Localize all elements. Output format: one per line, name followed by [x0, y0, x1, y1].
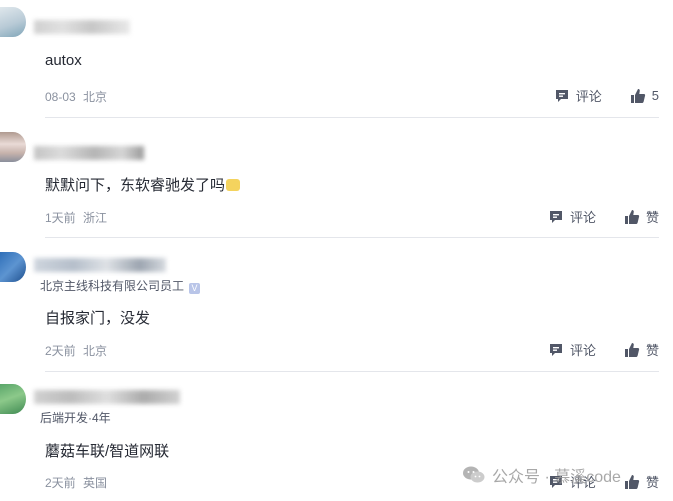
comment-text: autox [45, 52, 82, 69]
comment-meta: 2天前 北京 [45, 342, 107, 359]
like-label: 赞 [645, 475, 659, 490]
like-button[interactable]: 赞 [624, 340, 659, 359]
reply-label: 评论 [575, 89, 602, 104]
username-redacted [34, 258, 166, 272]
verified-icon: V [189, 283, 201, 294]
watermark-text: 公众号 · 慕溪code [492, 469, 621, 486]
username-redacted [34, 146, 144, 160]
thumbs-up-icon [624, 209, 640, 224]
comment-location: 北京 [83, 344, 108, 358]
like-label: 赞 [645, 343, 659, 358]
comment-icon [555, 89, 568, 102]
comment-location: 浙江 [83, 211, 108, 225]
avatar[interactable] [0, 252, 26, 282]
thumbs-up-icon [624, 342, 640, 357]
comment-icon [549, 343, 562, 356]
comment-meta: 1天前 浙江 [45, 209, 107, 226]
comment-date: 08-03 [45, 90, 76, 104]
thumbs-up-icon [630, 88, 645, 103]
reply-button[interactable]: 评论 [548, 340, 596, 359]
comment-meta: 2天前 英国 [45, 474, 107, 491]
thumbs-up-icon [624, 474, 640, 489]
comment-item: 默默问下，东软睿驰发了吗 1天前 浙江 评论 赞 [0, 118, 673, 238]
like-label: 赞 [645, 210, 659, 225]
avatar[interactable] [0, 384, 26, 414]
comment-date: 2天前 [45, 476, 76, 490]
reply-button[interactable]: 评论 [548, 207, 596, 226]
wechat-icon [463, 466, 485, 483]
comment-actions: 评论 赞 [548, 207, 659, 226]
comment-item: autox 08-03 北京 评论 5 [0, 0, 673, 118]
comment-text: 蘑菇车联/智道网联 [45, 443, 170, 460]
comment-location: 北京 [83, 90, 108, 104]
reply-label: 评论 [569, 343, 596, 358]
comment-date: 2天前 [45, 344, 76, 358]
reply-button[interactable]: 评论 [554, 86, 602, 105]
user-badge: 北京主线科技有限公司员工 V [40, 277, 201, 294]
comment-location: 英国 [83, 476, 108, 490]
comment-actions: 评论 5 [554, 86, 659, 105]
comment-date: 1天前 [45, 211, 76, 225]
like-label: 5 [651, 88, 659, 103]
username-redacted [34, 20, 130, 34]
username-redacted [34, 390, 180, 404]
comment-meta: 08-03 北京 [45, 88, 107, 105]
like-button[interactable]: 赞 [624, 472, 659, 491]
user-badge: 后端开发·4年 [40, 411, 111, 425]
like-button[interactable]: 赞 [624, 207, 659, 226]
comment-icon [549, 210, 562, 223]
comment-text: 默默问下，东软睿驰发了吗 [45, 174, 241, 195]
emoji-icon [226, 179, 241, 191]
comment-item: 北京主线科技有限公司员工 V 自报家门，没发 2天前 北京 评论 赞 [0, 238, 673, 372]
watermark: 公众号 · 慕溪code [462, 463, 621, 487]
like-button[interactable]: 5 [630, 88, 659, 104]
reply-label: 评论 [569, 210, 596, 225]
comment-text: 自报家门，没发 [45, 310, 151, 327]
avatar[interactable] [0, 7, 26, 37]
avatar[interactable] [0, 132, 26, 162]
comment-actions: 评论 赞 [548, 340, 659, 359]
